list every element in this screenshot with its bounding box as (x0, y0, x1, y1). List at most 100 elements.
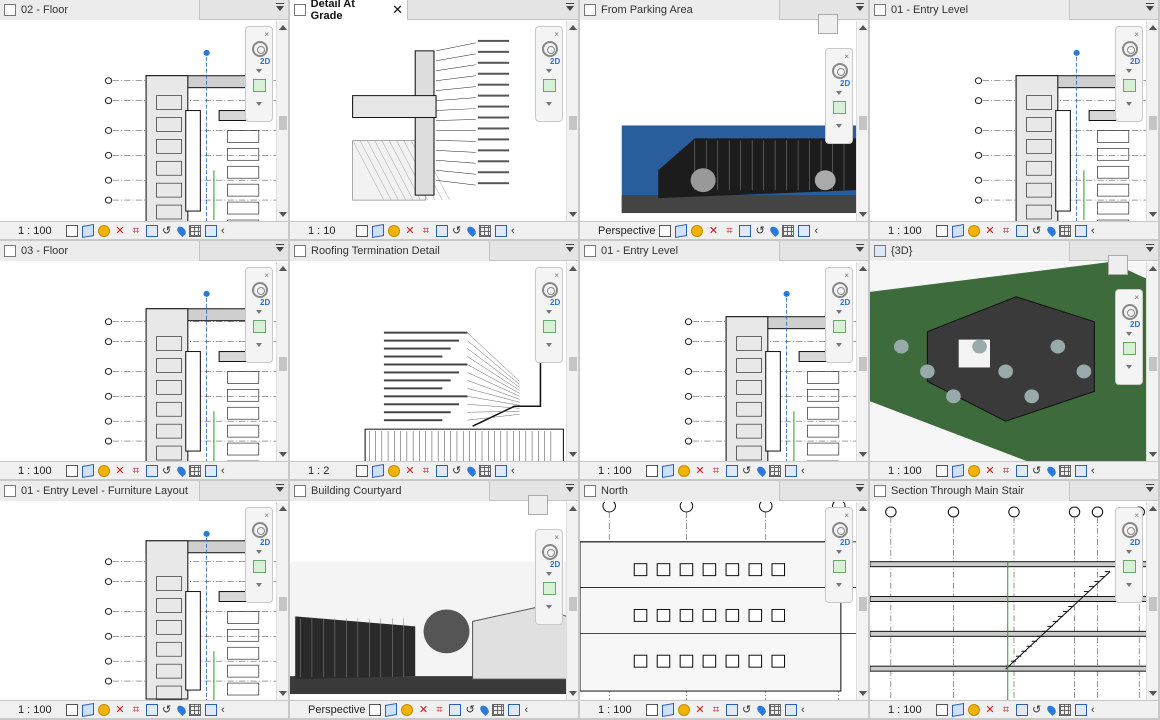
scroll-thumb[interactable] (569, 357, 577, 371)
scroll-up-icon[interactable] (569, 25, 577, 30)
view-scale[interactable]: 1 : 100 (888, 465, 932, 477)
view-tab[interactable]: Roofing Termination Detail (290, 241, 490, 261)
detail-level-icon[interactable] (66, 224, 78, 237)
scroll-thumb[interactable] (859, 357, 867, 371)
scroll-thumb[interactable] (859, 597, 867, 611)
view-scale[interactable]: Perspective (598, 225, 655, 237)
view-scale[interactable]: 1 : 100 (18, 465, 62, 477)
scroll-thumb[interactable] (279, 116, 287, 130)
zoom-icon[interactable] (1123, 560, 1136, 573)
close-icon[interactable]: ✕ (392, 3, 403, 16)
view-tab[interactable]: North (580, 481, 780, 501)
scroll-down-icon[interactable] (859, 691, 867, 696)
scroll-thumb[interactable] (569, 597, 577, 611)
navigation-bar[interactable]: × 2D (535, 26, 563, 122)
worksharing-icon[interactable] (782, 224, 795, 237)
zoom-icon[interactable] (253, 79, 266, 92)
analytical-model-icon[interactable] (495, 464, 507, 477)
show-crop-icon[interactable] (436, 464, 448, 477)
more-icon[interactable]: ‹ (221, 465, 233, 477)
view-pane-11[interactable]: North 1 : 100 ✕ ⌗ ↺ ‹ × 2D (580, 481, 870, 720)
chevron-down-icon[interactable] (836, 124, 842, 128)
tab-menu-icon[interactable] (1146, 6, 1154, 11)
shadows-icon[interactable]: ✕ (114, 225, 126, 237)
steering-wheel-icon[interactable] (1122, 304, 1138, 320)
scroll-thumb[interactable] (279, 357, 287, 371)
navigation-bar[interactable]: × 2D (535, 267, 563, 363)
sun-path-icon[interactable] (98, 224, 110, 237)
scroll-thumb[interactable] (1149, 116, 1157, 130)
scroll-up-icon[interactable] (279, 25, 287, 30)
navigation-bar[interactable]: × 2D (535, 529, 563, 625)
visual-style-icon[interactable] (385, 702, 398, 717)
scroll-up-icon[interactable] (569, 506, 577, 511)
detail-level-icon[interactable] (369, 703, 382, 716)
scroll-down-icon[interactable] (279, 452, 287, 457)
zoom-icon[interactable] (1123, 342, 1136, 355)
worksharing-icon[interactable] (1059, 703, 1071, 716)
shadows-icon[interactable]: ✕ (417, 704, 429, 716)
detail-level-icon[interactable] (936, 464, 948, 477)
show-crop-icon[interactable] (146, 464, 158, 477)
chevron-down-icon[interactable] (836, 91, 842, 95)
shadows-icon[interactable]: ✕ (114, 704, 126, 716)
show-crop-icon[interactable] (436, 224, 448, 237)
worksharing-icon[interactable] (479, 224, 491, 237)
nav-2d-label[interactable]: 2D (1130, 57, 1140, 66)
chevron-down-icon[interactable] (256, 550, 262, 554)
show-crop-icon[interactable] (726, 703, 738, 716)
view-scale[interactable]: 1 : 100 (888, 225, 932, 237)
analytical-model-icon[interactable] (785, 703, 797, 716)
temporary-hide-icon[interactable]: ↺ (1032, 704, 1044, 716)
steering-wheel-icon[interactable] (832, 63, 848, 79)
view-tab[interactable]: Building Courtyard (290, 481, 490, 501)
analytical-model-icon[interactable] (1075, 464, 1087, 477)
view-scale[interactable]: 1 : 100 (888, 704, 932, 716)
zoom-icon[interactable] (543, 79, 556, 92)
scroll-thumb[interactable] (569, 116, 577, 130)
reveal-hidden-icon[interactable] (175, 703, 188, 716)
nav-2d-label[interactable]: 2D (840, 79, 850, 88)
scroll-down-icon[interactable] (569, 452, 577, 457)
visual-style-icon[interactable] (82, 702, 94, 717)
crop-region-icon[interactable]: ⌗ (710, 465, 722, 477)
worksharing-icon[interactable] (479, 464, 491, 477)
steering-wheel-icon[interactable] (252, 41, 268, 57)
view-pane-10[interactable]: Building Courtyard Perspective ✕ ⌗ ↺ ‹ × 2D (290, 481, 580, 720)
sun-path-icon[interactable] (968, 224, 980, 237)
more-icon[interactable]: ‹ (511, 225, 523, 237)
scroll-up-icon[interactable] (279, 506, 287, 511)
chevron-down-icon[interactable] (1126, 583, 1132, 587)
analytical-model-icon[interactable] (1075, 703, 1087, 716)
analytical-model-icon[interactable] (205, 224, 217, 237)
tab-menu-icon[interactable] (276, 6, 284, 11)
reveal-hidden-icon[interactable] (175, 464, 188, 477)
detail-level-icon[interactable] (936, 703, 948, 716)
chevron-down-icon[interactable] (546, 572, 552, 576)
show-crop-icon[interactable] (1016, 464, 1028, 477)
detail-level-icon[interactable] (646, 464, 658, 477)
sun-path-icon[interactable] (388, 464, 400, 477)
view-scale[interactable]: 1 : 2 (308, 465, 352, 477)
show-crop-icon[interactable] (726, 464, 738, 477)
vertical-scrollbar[interactable] (276, 502, 288, 700)
close-nav-icon[interactable]: × (264, 271, 269, 280)
tab-menu-icon[interactable] (1146, 247, 1154, 252)
close-nav-icon[interactable]: × (1134, 30, 1139, 39)
scroll-up-icon[interactable] (1149, 266, 1157, 271)
vertical-scrollbar[interactable] (856, 262, 868, 461)
scroll-down-icon[interactable] (859, 212, 867, 217)
view-tab[interactable]: 02 - Floor (0, 0, 200, 20)
vertical-scrollbar[interactable] (856, 21, 868, 221)
chevron-down-icon[interactable] (1126, 332, 1132, 336)
sun-path-icon[interactable] (968, 703, 980, 716)
scroll-down-icon[interactable] (1149, 452, 1157, 457)
sun-path-icon[interactable] (968, 464, 980, 477)
scroll-up-icon[interactable] (1149, 506, 1157, 511)
scroll-up-icon[interactable] (569, 266, 577, 271)
chevron-down-icon[interactable] (836, 343, 842, 347)
view-tab[interactable]: {3D} (870, 241, 1070, 261)
reveal-hidden-icon[interactable] (478, 703, 491, 716)
nav-2d-label[interactable]: 2D (1130, 320, 1140, 329)
view-scale[interactable]: 1 : 100 (598, 465, 642, 477)
